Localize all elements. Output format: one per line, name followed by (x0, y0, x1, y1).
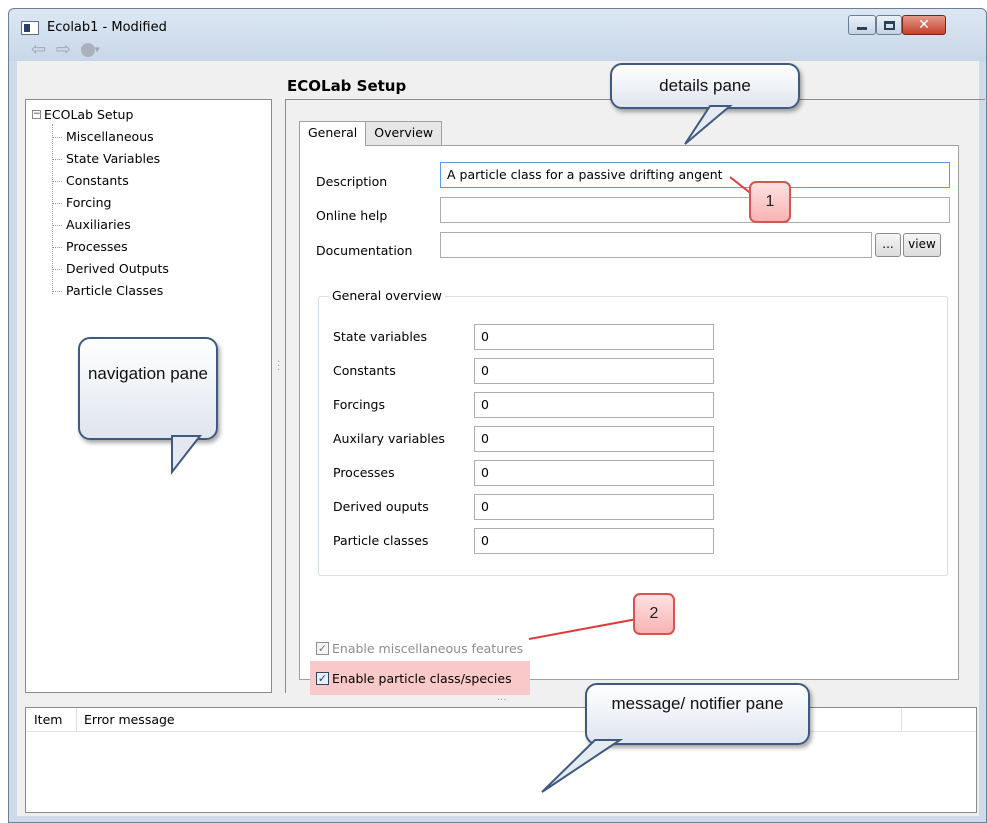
misc-features-checkbox: ✓ Enable miscellaneous features (316, 641, 523, 656)
group-title: General overview (329, 288, 445, 303)
processes-label: Processes (333, 465, 395, 480)
app-icon (21, 21, 39, 35)
horizontal-splitter[interactable]: ··· (497, 695, 507, 706)
forward-arrow-icon[interactable]: ⇨ (56, 39, 73, 60)
auxilary-variables-field[interactable]: 0 (474, 426, 714, 452)
minimize-icon (857, 26, 867, 30)
history-circle-icon[interactable] (80, 43, 95, 57)
callout-details-pane: details pane (610, 63, 800, 109)
window-title: Ecolab1 - Modified (47, 20, 167, 35)
general-overview-group: General overview State variables 0 Const… (318, 288, 948, 576)
nav-toolbar: ⇦ ⇨ ▾ (31, 39, 102, 60)
column-header-item[interactable]: Item (34, 708, 62, 731)
tree-item-forcing[interactable]: Forcing (30, 192, 271, 214)
close-button[interactable]: ✕ (902, 15, 946, 35)
chevron-down-icon[interactable]: ▾ (95, 45, 102, 56)
online-help-label: Online help (316, 208, 388, 223)
details-title: ECOLab Setup (287, 77, 407, 95)
maximize-icon (883, 20, 895, 30)
constants-field[interactable]: 0 (474, 358, 714, 384)
online-help-field[interactable] (440, 197, 950, 223)
particle-class-label: Enable particle class/species (332, 671, 512, 686)
annotation-badge-1: 1 (749, 181, 791, 223)
general-tab-content: Description A particle class for a passi… (299, 145, 959, 695)
state-variables-label: State variables (333, 329, 428, 344)
derived-ouputs-label: Derived ouputs (333, 499, 429, 514)
tree-item-particle-classes[interactable]: Particle Classes (30, 280, 271, 302)
auxilary-variables-label: Auxilary variables (333, 431, 445, 446)
tab-general[interactable]: General (299, 121, 367, 146)
annotation-line-2 (528, 618, 638, 640)
constants-label: Constants (333, 363, 396, 378)
browse-button[interactable]: ... (875, 233, 901, 257)
column-header-error[interactable]: Error message (76, 708, 175, 732)
minimize-button[interactable] (848, 15, 876, 35)
callout-tail-message (541, 739, 624, 793)
processes-field[interactable]: 0 (474, 460, 714, 486)
callout-text: navigation pane (87, 364, 209, 383)
tab-bar: General Overview (299, 121, 443, 146)
documentation-field[interactable] (440, 232, 872, 258)
misc-features-label: Enable miscellaneous features (332, 641, 524, 656)
checkbox-icon[interactable]: ✓ (316, 672, 329, 685)
callout-tail-navigation (171, 435, 203, 475)
documentation-label: Documentation (316, 243, 413, 258)
annotation-badge-2: 2 (633, 593, 675, 635)
view-button[interactable]: view (903, 233, 941, 257)
tree-item-constants[interactable]: Constants (30, 170, 271, 192)
tree-item-ecolab-setup[interactable]: − ECOLab Setup (30, 104, 271, 126)
callout-message-pane: message/ notifier pane (585, 683, 810, 745)
message-table-header: Item Error message (26, 708, 976, 732)
message-pane: Item Error message (25, 707, 977, 813)
description-label: Description (316, 174, 388, 189)
checkbox-icon: ✓ (316, 642, 329, 655)
particle-classes-field[interactable]: 0 (474, 528, 714, 554)
maximize-button[interactable] (876, 15, 902, 35)
description-field[interactable]: A particle class for a passive drifting … (440, 162, 950, 188)
callout-text: details pane (659, 76, 751, 95)
tree-item-label: ECOLab Setup (44, 107, 134, 122)
vertical-splitter[interactable]: · · · (277, 358, 280, 376)
particle-classes-label: Particle classes (333, 533, 429, 548)
derived-ouputs-field[interactable]: 0 (474, 494, 714, 520)
callout-tail-details (684, 105, 733, 145)
tab-overview[interactable]: Overview (365, 121, 443, 145)
forcings-label: Forcings (333, 397, 385, 412)
state-variables-field[interactable]: 0 (474, 324, 714, 350)
column-divider (901, 708, 902, 732)
back-arrow-icon[interactable]: ⇦ (31, 39, 48, 60)
tree-item-processes[interactable]: Processes (30, 236, 271, 258)
tree-item-derived-outputs[interactable]: Derived Outputs (30, 258, 271, 280)
tree-item-miscellaneous[interactable]: Miscellaneous (30, 126, 271, 148)
close-icon: ✕ (918, 17, 930, 33)
tree-item-state-variables[interactable]: State Variables (30, 148, 271, 170)
callout-navigation-pane: navigation pane (78, 337, 218, 440)
callout-text: message/ notifier pane (611, 694, 784, 713)
tree-item-auxiliaries[interactable]: Auxiliaries (30, 214, 271, 236)
collapse-icon[interactable]: − (32, 110, 41, 119)
title-bar[interactable]: Ecolab1 - Modified ✕ (9, 9, 986, 61)
forcings-field[interactable]: 0 (474, 392, 714, 418)
particle-class-checkbox[interactable]: ✓ Enable particle class/species (316, 671, 512, 686)
